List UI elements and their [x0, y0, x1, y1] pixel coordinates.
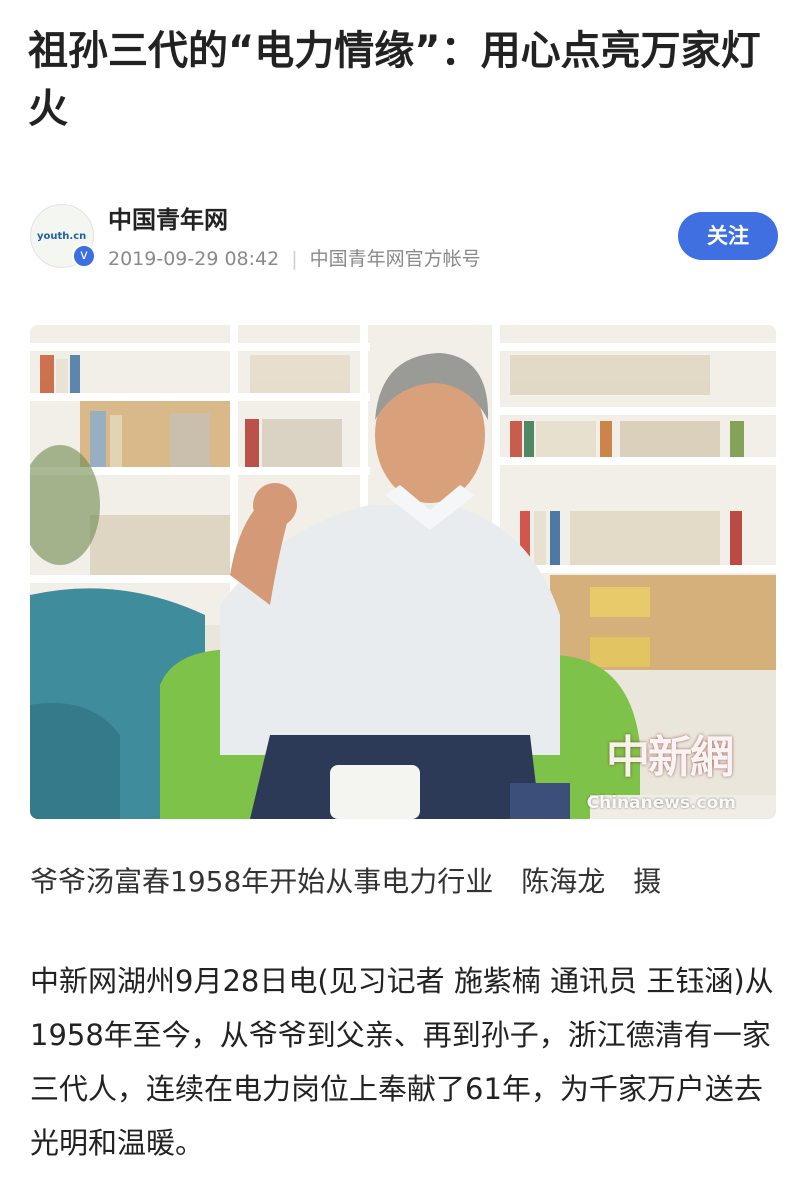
follow-button[interactable]: 关注 [678, 212, 778, 260]
caption-credit: 陈海龙 [521, 865, 606, 898]
watermark-logo: 中新網 [606, 732, 734, 783]
caption-text: 爷爷汤富春1958年开始从事电力行业 [30, 865, 494, 898]
meta-divider: | [291, 248, 298, 270]
author-name[interactable]: 中国青年网 [108, 200, 228, 235]
publish-date: 2019-09-29 08:42 [108, 248, 280, 270]
account-type: 中国青年网官方帐号 [309, 248, 481, 270]
caption-credit-tail: 摄 [633, 865, 662, 898]
article-title: 祖孙三代的“电力情缘”：用心点亮万家灯火 [28, 28, 761, 132]
verified-icon: v [72, 244, 96, 268]
watermark-site: Chinanews.com [586, 793, 736, 813]
author-meta: 2019-09-29 08:42 | 中国青年网官方帐号 [108, 244, 481, 271]
photo-caption: 爷爷汤富春1958年开始从事电力行业 陈海龙摄 [30, 860, 780, 900]
avatar-logo-text: youth.cn [37, 231, 87, 242]
author-bar: youth.cn v 中国青年网 2019-09-29 08:42 | 中国青年网官… [30, 198, 778, 278]
article-photo[interactable]: 中新網 Chinanews.com [30, 325, 776, 819]
article-body: 中新网湖州9月28日电(见习记者 施紫楠 通讯员 王钰涵)从1958年至今，从爷… [30, 964, 774, 1160]
